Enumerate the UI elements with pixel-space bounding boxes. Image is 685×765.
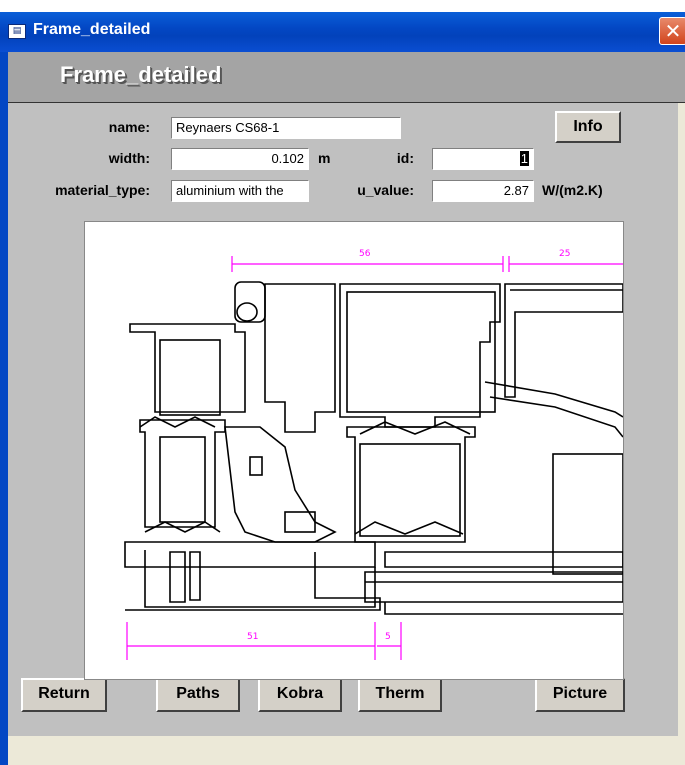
kobra-button[interactable]: Kobra [258,678,342,712]
u-value-unit: W/(m2.K) [542,182,603,198]
width-unit: m [318,150,331,166]
frame-cross-section-drawing: 56 25 51 5 [124,249,623,660]
window-border [0,52,8,765]
name-label: name: [108,119,150,135]
picture-button[interactable]: Picture [535,678,625,712]
name-field[interactable]: Reynaers CS68-1 [171,117,401,139]
dimension-label: 51 [247,632,258,642]
return-button[interactable]: Return [21,678,107,712]
form-header: Frame_detailed [8,52,685,102]
width-field[interactable]: 0.102 [171,148,309,170]
title-bar[interactable]: ▤ Frame_detailed ✕ [0,12,685,52]
profile-outlines [124,281,623,615]
u-value-label: u_value: [357,182,414,198]
form-icon: ▤ [8,24,26,39]
id-field[interactable]: 1 [432,148,534,170]
u-value-field[interactable]: 2.87 [432,180,534,202]
info-button[interactable]: Info [555,111,621,143]
form-caption: Frame_detailed [60,62,222,87]
width-label: width: [108,150,150,166]
material-type-field[interactable]: aluminium with the [171,180,309,202]
frame-picture: 56 25 51 5 [84,221,624,680]
material-type-label: material_type: [55,182,150,198]
paths-button[interactable]: Paths [156,678,240,712]
id-value: 1 [519,151,529,166]
dimension-label: 25 [559,249,570,259]
therm-button[interactable]: Therm [358,678,442,712]
window-title: Frame_detailed [33,21,151,38]
dimension-label: 5 [385,632,391,642]
id-label: id: [396,150,414,166]
close-button[interactable]: ✕ [659,17,685,45]
form-footer [8,736,685,765]
dimension-labels: 56 25 51 5 [247,249,570,642]
dimension-label: 56 [359,249,371,259]
